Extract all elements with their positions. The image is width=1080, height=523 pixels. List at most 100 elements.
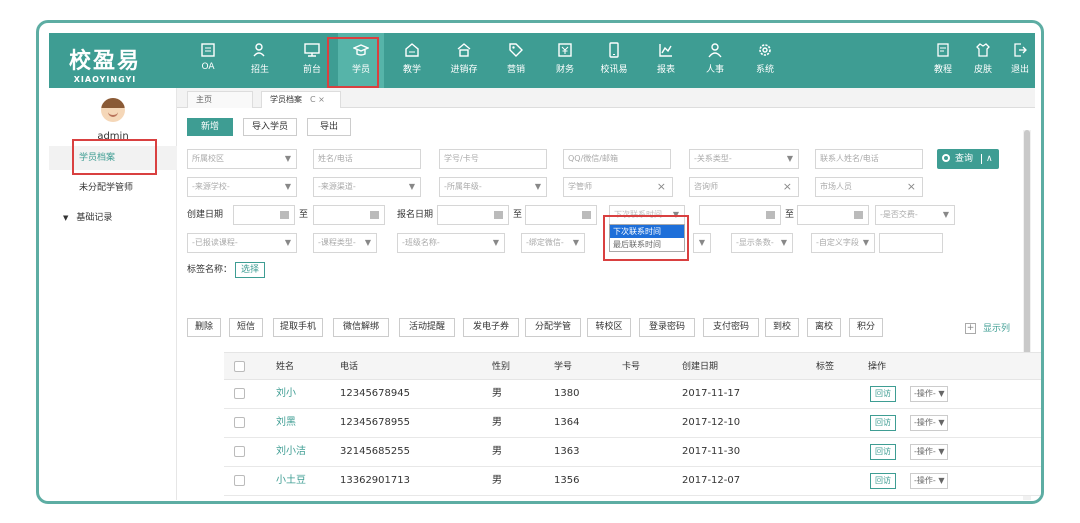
nav-recruit[interactable]: 招生 [237,33,283,88]
event-reminder-button[interactable]: 活动提醒 [399,318,455,337]
chart-icon [659,44,672,57]
sidebar-item-basic-records[interactable]: ▼ 基础记录 [49,206,177,230]
create-date-start[interactable] [233,205,295,225]
chevron-down-icon: ▼ [284,182,291,191]
operation-select[interactable]: -操作- ▼ [910,415,949,431]
nav-teaching[interactable]: 教学 [389,33,435,88]
add-button[interactable]: 新增 [187,118,233,136]
visit-button[interactable]: 回访 [870,444,896,460]
to-label: 至 [513,210,523,220]
show-count-select[interactable]: -显示条数- ▼ [731,233,793,253]
login-password-button[interactable]: 登录密码 [639,318,695,337]
tab-student-files[interactable]: 学员档案 C × [261,91,341,108]
show-columns-link[interactable]: 显示列 [983,321,1010,334]
consultant-input[interactable]: 咨询师 × [689,177,799,197]
chevron-down-icon: ▼ [862,238,869,247]
leave-school-button[interactable]: 离校 [807,318,841,337]
table-row[interactable]: 小土豆 13362901713 男 1356 2017-12-07 回访 -操作… [224,467,1041,496]
relation-type-select[interactable]: -关系类型- ▼ [689,149,799,169]
custom-field-input[interactable] [879,233,943,253]
market-input[interactable]: 市场人员 × [815,177,923,197]
clear-icon[interactable]: × [657,178,666,196]
nav-xiaoxunyi[interactable]: 校讯易 [591,33,637,88]
import-students-button[interactable]: 导入学员 [243,118,297,136]
nav-oa[interactable]: OA [185,33,231,88]
sms-button[interactable]: 短信 [229,318,263,337]
tag-icon [509,43,523,57]
send-ecoupon-button[interactable]: 发电子券 [463,318,519,337]
tab-bar: 主页 学员档案 C × [177,88,1035,108]
visit-button[interactable]: 回访 [870,473,896,489]
class-name-select[interactable]: -班级名称- ▼ [397,233,505,253]
school-select[interactable]: 所属校区 ▼ [187,149,297,169]
tab-close-icon[interactable]: C × [310,95,325,104]
row-checkbox[interactable] [234,475,245,486]
arrive-school-button[interactable]: 到校 [765,318,799,337]
chevron-down-icon: ▼ [780,238,787,247]
tag-select-button[interactable]: 选择 [235,262,266,278]
tab-home[interactable]: 主页 [187,91,253,108]
extract-phone-button[interactable]: 提取手机 [273,318,323,337]
nav-hr[interactable]: 人事 [692,33,738,88]
nav-finance[interactable]: 财务 [542,33,588,88]
clear-icon[interactable]: × [783,178,792,196]
nav-marketing[interactable]: 营销 [493,33,539,88]
blank-select[interactable]: ▼ [693,233,711,253]
contact-time-start[interactable] [699,205,781,225]
calendar-icon [370,211,379,219]
search-icon [942,154,950,162]
calendar-icon [582,211,591,219]
nav-reports[interactable]: 报表 [643,33,689,88]
row-checkbox[interactable] [234,388,245,399]
caret-down-icon: ▼ [63,214,69,222]
operation-select[interactable]: -操作- ▼ [910,386,949,402]
wechat-bind-select[interactable]: -绑定微信- ▼ [521,233,585,253]
qq-wechat-input[interactable]: QQ/微信/邮箱 [563,149,671,169]
table-row[interactable]: 刘小 12345678945 男 1380 2017-11-17 回访 -操作-… [224,380,1041,409]
manager-input[interactable]: 学管师 × [563,177,673,197]
contact-time-end[interactable] [797,205,869,225]
select-all-checkbox[interactable] [234,361,245,372]
delete-button[interactable]: 删除 [187,318,221,337]
name-phone-input[interactable]: 姓名/电话 [313,149,421,169]
plus-icon[interactable]: + [965,323,976,334]
row-checkbox[interactable] [234,417,245,428]
signup-date-end[interactable] [525,205,597,225]
contact-input[interactable]: 联系人姓名/电话 [815,149,923,169]
points-button[interactable]: 积分 [849,318,883,337]
operation-select[interactable]: -操作- ▼ [910,444,949,460]
signup-date-start[interactable] [437,205,509,225]
create-date-end[interactable] [313,205,385,225]
student-card-input[interactable]: 学号/卡号 [439,149,547,169]
nav-inventory[interactable]: 进销存 [441,33,487,88]
operation-select[interactable]: -操作- ▼ [910,473,949,489]
nav-tutorial[interactable]: 教程 [923,33,963,88]
recruit-icon [253,43,265,57]
table-row[interactable]: 刘小洁 32145685255 男 1363 2017-11-30 回访 -操作… [224,438,1041,467]
clear-icon[interactable]: × [907,178,916,196]
wechat-unbind-button[interactable]: 微信解绑 [333,318,389,337]
course-type-select[interactable]: -课程类型- ▼ [313,233,377,253]
collapse-icon[interactable]: ∧ [981,154,993,164]
transfer-school-button[interactable]: 转校区 [587,318,631,337]
export-button[interactable]: 导出 [307,118,351,136]
highlight-sidebar-student-files [72,139,157,175]
table-row[interactable]: 刘黑 12345678955 男 1364 2017-12-10 回访 -操作-… [224,409,1041,438]
custom-field-select[interactable]: -自定义字段 ▼ [811,233,875,253]
source-school-select[interactable]: -来源学校- ▼ [187,177,297,197]
paid-select[interactable]: -是否交费- ▼ [875,205,955,225]
row-checkbox[interactable] [234,446,245,457]
source-channel-select[interactable]: -来源渠道- ▼ [313,177,421,197]
gear-icon [759,44,771,56]
visit-button[interactable]: 回访 [870,415,896,431]
nav-skin[interactable]: 皮肤 [963,33,1003,88]
course-select[interactable]: -已报读课程- ▼ [187,233,297,253]
pay-password-button[interactable]: 支付密码 [703,318,759,337]
sidebar-item-unassigned-manager[interactable]: 未分配学管师 [49,176,177,200]
grade-select[interactable]: -所属年级- ▼ [439,177,547,197]
assign-manager-button[interactable]: 分配学管 [525,318,581,337]
nav-logout[interactable]: 退出 [1003,33,1037,88]
visit-button[interactable]: 回访 [870,386,896,402]
nav-system[interactable]: 系统 [742,33,788,88]
search-button[interactable]: 查询 ∧ [937,149,999,169]
